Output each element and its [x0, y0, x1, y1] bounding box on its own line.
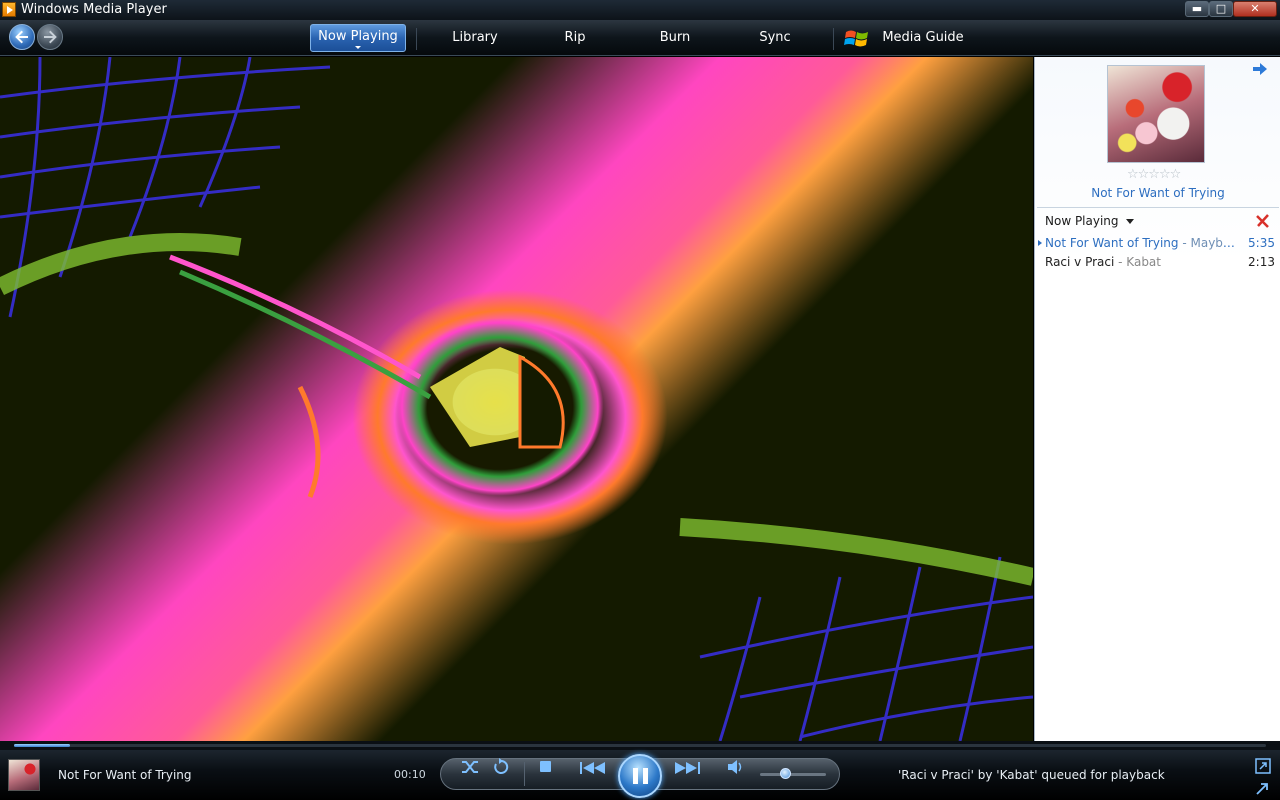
tab-label: Now Playing [318, 29, 398, 44]
maximize-button[interactable]: □ [1209, 1, 1233, 17]
chevron-down-icon [1125, 219, 1134, 224]
playlist-item[interactable]: Raci v Praci - Kabat 2:13 [1045, 255, 1275, 273]
now-playing-title: Not For Want of Trying [58, 768, 192, 782]
elapsed-time[interactable]: 00:10 [394, 768, 426, 781]
media-player-icon [2, 2, 16, 17]
chevron-down-icon[interactable] [355, 46, 361, 49]
stop-icon[interactable] [538, 758, 554, 776]
tab-media-guide[interactable]: Media Guide [880, 24, 966, 52]
track-title: Not For Want of Trying [1045, 236, 1179, 250]
now-playing-list-dropdown[interactable]: Now Playing [1045, 214, 1134, 228]
seek-progress [14, 744, 71, 747]
status-message: 'Raci v Praci' by 'Kabat' queued for pla… [898, 768, 1165, 782]
mini-album-art[interactable] [8, 759, 40, 791]
mute-speaker-icon[interactable] [726, 758, 744, 776]
tab-sync[interactable]: Sync [745, 24, 805, 52]
shuffle-icon[interactable] [460, 758, 480, 776]
pause-icon [643, 768, 648, 784]
minimize-button[interactable]: ▬ [1185, 1, 1209, 17]
album-title-link[interactable]: Not For Want of Trying [1035, 186, 1280, 200]
album-art[interactable] [1107, 65, 1205, 163]
list-header-label: Now Playing [1045, 214, 1119, 228]
visualization-area[interactable] [0, 57, 1033, 741]
control-divider [524, 762, 525, 786]
forward-button[interactable] [37, 24, 63, 50]
window-title: Windows Media Player [21, 2, 167, 17]
track-title: Raci v Praci [1045, 255, 1115, 269]
list-pane: ☆☆☆☆☆ Not For Want of Trying Now Playing… [1034, 57, 1280, 741]
navigation-bar: Now Playing Library Rip Burn Sync Media … [0, 20, 1280, 56]
tab-now-playing[interactable]: Now Playing [310, 24, 406, 52]
clear-list-icon[interactable] [1255, 213, 1271, 229]
volume-slider[interactable] [760, 773, 826, 776]
switch-to-compact-mode-icon[interactable] [1255, 780, 1271, 796]
forward-arrow-icon [44, 30, 57, 44]
visualization-graphic [0, 57, 1033, 741]
back-arrow-icon [15, 30, 28, 44]
track-duration: 2:13 [1248, 255, 1275, 269]
seek-track[interactable] [14, 744, 1266, 747]
previous-icon[interactable] [576, 760, 612, 776]
track-duration: 5:35 [1248, 236, 1275, 250]
pause-button[interactable] [618, 754, 662, 798]
pause-icon [633, 768, 638, 784]
tab-divider [833, 28, 834, 50]
current-track-indicator-icon [1038, 240, 1042, 246]
tab-burn[interactable]: Burn [645, 24, 705, 52]
tab-library[interactable]: Library [440, 24, 510, 52]
tab-rip[interactable]: Rip [545, 24, 605, 52]
repeat-icon[interactable] [492, 758, 510, 776]
track-artist: - Kabat [1114, 255, 1161, 269]
tab-divider [416, 28, 417, 50]
full-screen-icon[interactable] [1255, 758, 1271, 774]
title-bar: Windows Media Player ▬ □ ✕ [0, 0, 1280, 20]
next-icon[interactable] [670, 760, 706, 776]
close-button[interactable]: ✕ [1233, 1, 1277, 17]
rating-stars[interactable]: ☆☆☆☆☆ [1127, 167, 1181, 182]
seek-bar[interactable] [0, 741, 1280, 750]
back-button[interactable] [9, 24, 35, 50]
pane-divider [1037, 207, 1279, 208]
expand-pane-icon[interactable] [1253, 63, 1267, 75]
track-artist: - Maybesh... [1182, 236, 1241, 250]
playlist-item[interactable]: Not For Want of Trying - Maybesh... 5:35 [1038, 236, 1275, 254]
playback-controls: Not For Want of Trying 00:10 'Raci v Pra… [0, 750, 1280, 800]
windows-logo-icon [844, 30, 868, 47]
